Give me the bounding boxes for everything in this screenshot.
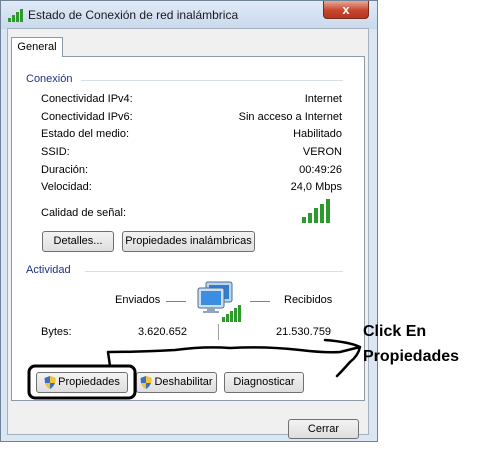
- connection-divider: [81, 80, 343, 81]
- media-state-label: Estado del medio:: [41, 128, 130, 140]
- bytes-label: Bytes:: [41, 326, 72, 338]
- received-line: [250, 301, 270, 302]
- duration-label: Duración:: [41, 164, 89, 176]
- window-close-button[interactable]: x: [323, 1, 369, 19]
- title-bar[interactable]: Estado de Conexión de red inalámbrica x: [1, 1, 377, 29]
- close-button[interactable]: Cerrar: [288, 419, 359, 439]
- window-title: Estado de Conexión de red inalámbrica: [28, 8, 239, 22]
- sent-label: Enviados: [115, 294, 161, 306]
- general-panel: [11, 56, 365, 401]
- uac-shield-icon: [44, 375, 56, 389]
- annotation-text: Click En Propiedades: [363, 319, 459, 369]
- uac-shield-icon: [140, 375, 152, 389]
- annotation-line-2: Propiedades: [363, 348, 460, 365]
- connection-heading: Conexión: [26, 73, 73, 85]
- network-computers-icon: [197, 281, 241, 322]
- properties-button-label: Propiedades: [58, 376, 120, 388]
- speed-value: 24,0 Mbps: [290, 181, 342, 193]
- wireless-properties-button[interactable]: Propiedades inalámbricas: [122, 231, 255, 252]
- received-label: Recibidos: [284, 294, 333, 306]
- disable-button[interactable]: Deshabilitar: [136, 372, 217, 393]
- ipv4-value: Internet: [304, 93, 342, 105]
- signal-quality-label: Calidad de señal:: [41, 207, 127, 219]
- activity-divider: [85, 271, 343, 272]
- annotation-line-1: Click En: [363, 323, 427, 340]
- tab-general[interactable]: General: [11, 37, 63, 57]
- ipv6-label: Conectividad IPv6:: [41, 111, 133, 123]
- ipv4-label: Conectividad IPv4:: [41, 93, 133, 105]
- sent-line: [166, 301, 186, 302]
- activity-heading: Actividad: [26, 264, 71, 276]
- properties-button[interactable]: Propiedades: [36, 372, 128, 393]
- ipv6-value: Sin acceso a Internet: [238, 111, 342, 123]
- bytes-received-value: 21.530.759: [276, 326, 332, 338]
- bytes-sent-value: 3.620.652: [138, 326, 187, 338]
- duration-value: 00:49:26: [299, 164, 342, 176]
- media-state-value: Habilitado: [293, 128, 342, 140]
- ssid-value: VERON: [302, 146, 342, 158]
- disable-button-label: Deshabilitar: [154, 376, 213, 388]
- diagnose-button[interactable]: Diagnosticar: [224, 372, 304, 393]
- wireless-signal-icon: [8, 9, 23, 22]
- speed-label: Velocidad:: [41, 181, 92, 193]
- bytes-separator: [218, 324, 219, 340]
- signal-strength-icon: [302, 199, 330, 223]
- details-button[interactable]: Detalles...: [42, 231, 114, 252]
- ssid-label: SSID:: [41, 146, 70, 158]
